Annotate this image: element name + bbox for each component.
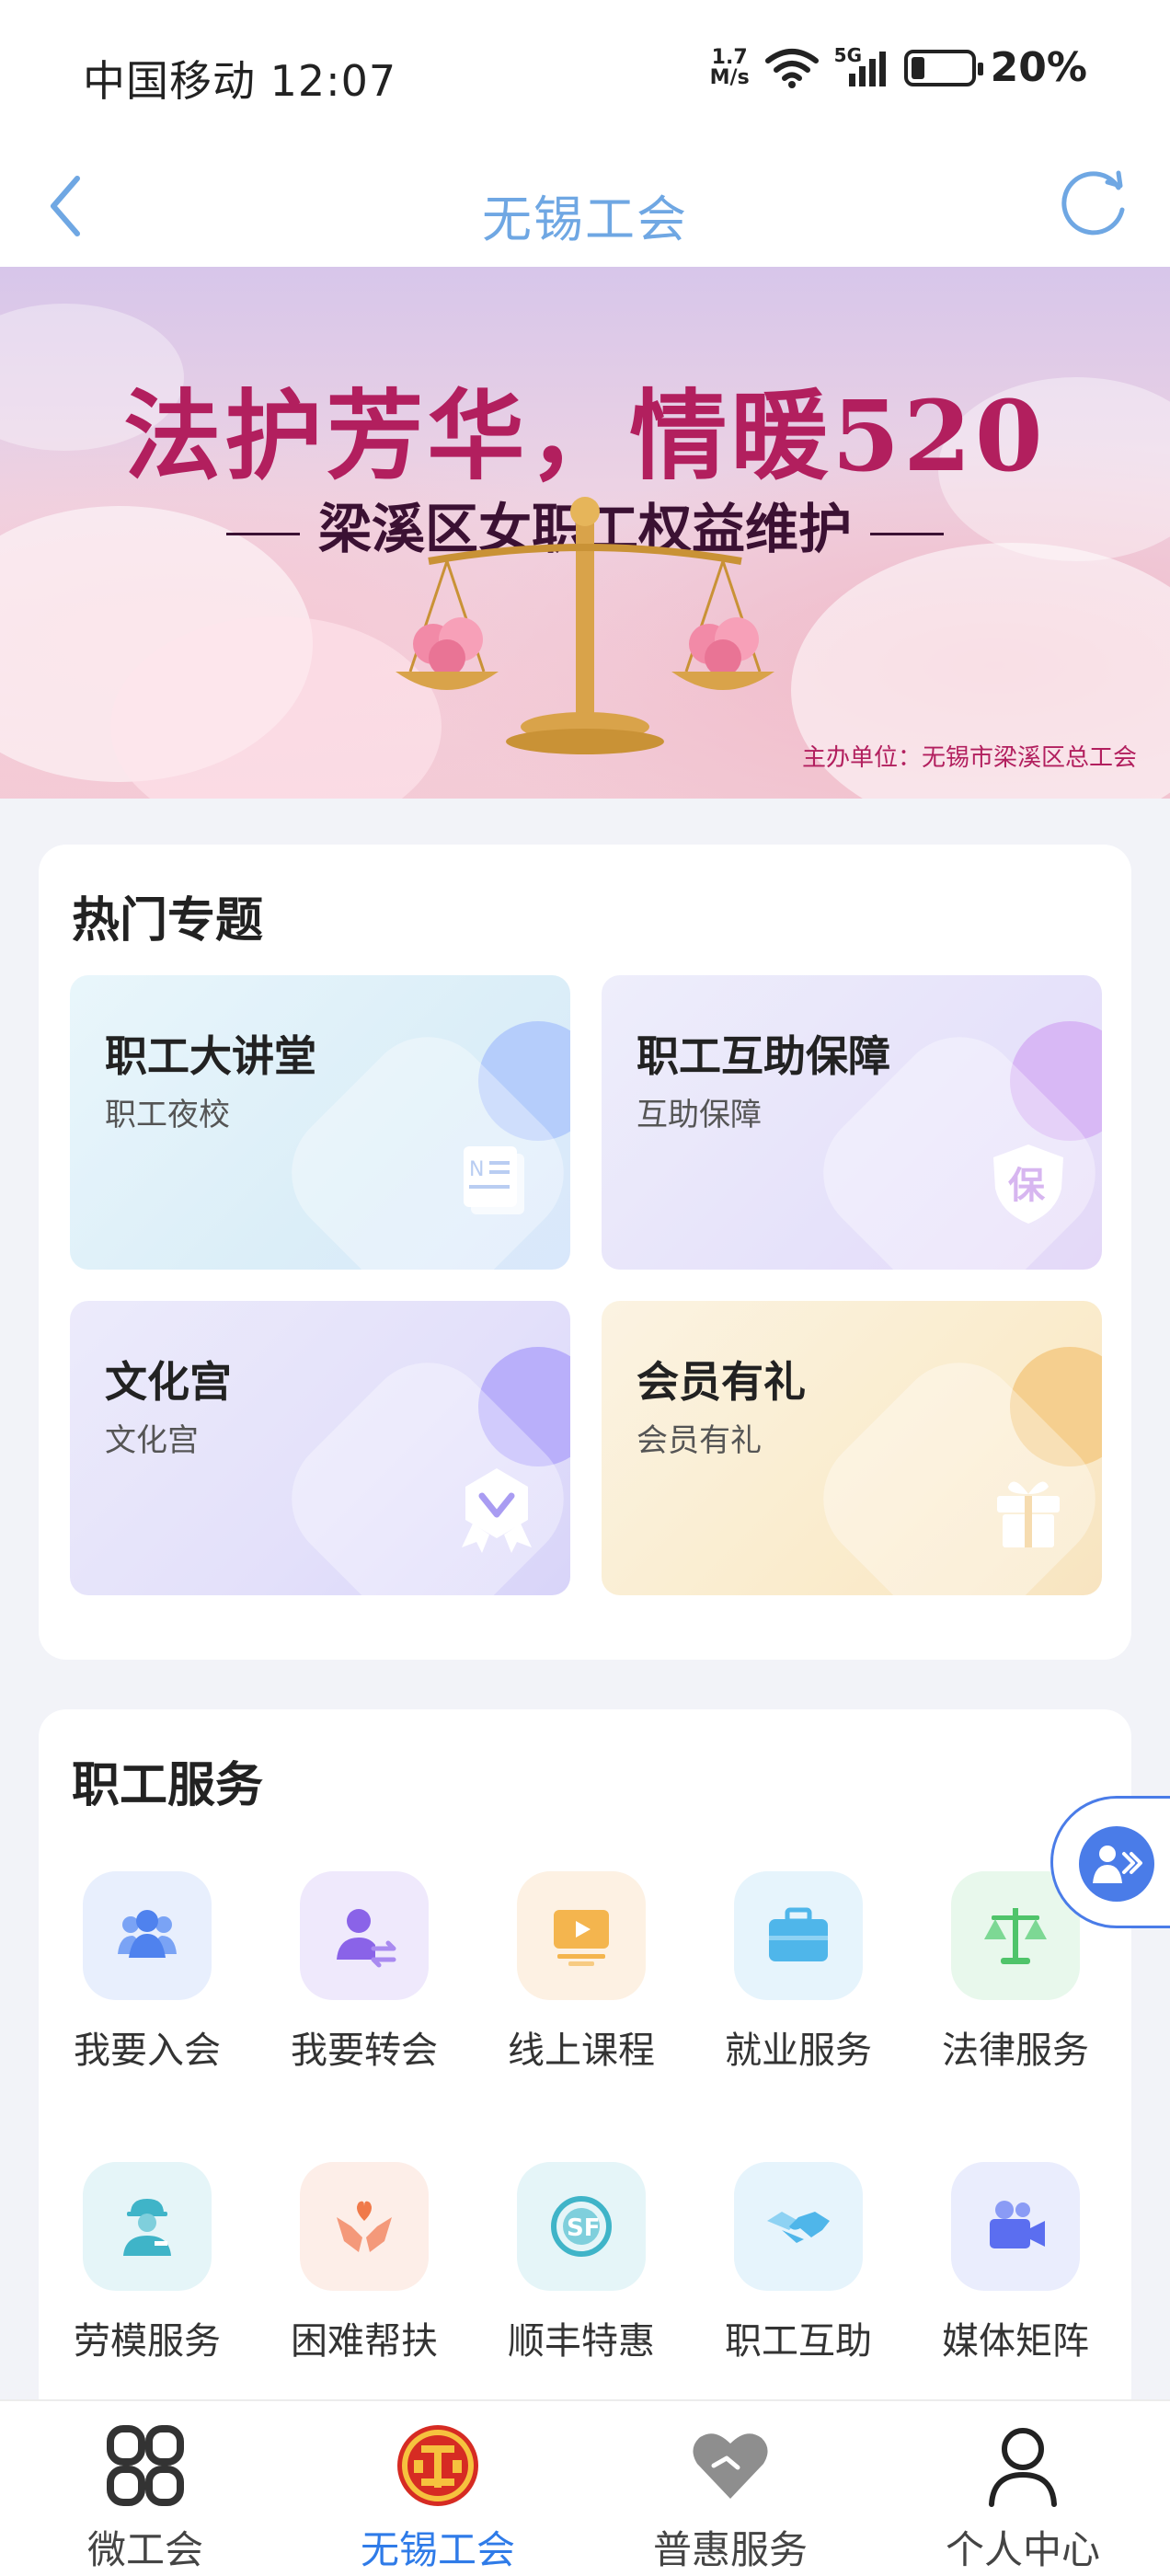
service-online-courses[interactable]: 线上课程 xyxy=(489,1871,673,2110)
banner-organizer: 主办单位：无锡市梁溪区总工会 xyxy=(801,744,1137,772)
svg-text:保: 保 xyxy=(1008,1165,1046,1207)
sf-icon: SF xyxy=(517,2162,646,2291)
tab-wuxi-union[interactable]: 无锡工会 xyxy=(327,2421,548,2575)
tab-label: 无锡工会 xyxy=(360,2527,515,2572)
service-label: 顺丰特惠 xyxy=(508,2320,655,2363)
status-bar: 中国移动 12:07 1.7 M/s 5G 20% xyxy=(0,0,1170,147)
tile-subtitle: 互助保障 xyxy=(637,1097,762,1133)
section-title: 职工服务 xyxy=(72,1758,264,1813)
service-media-matrix[interactable]: 媒体矩阵 xyxy=(923,2162,1107,2401)
tile-subtitle: 职工夜校 xyxy=(105,1097,230,1133)
grid-icon xyxy=(107,2425,184,2506)
tile-subtitle: 会员有礼 xyxy=(637,1422,762,1459)
carrier-name: 中国移动 xyxy=(83,56,256,106)
video-course-icon xyxy=(517,1871,646,2000)
hot-topics-section: 热门专题 职工大讲堂 职工夜校 N 职工互助保障 互助保障 保 文化宫 文化宫 xyxy=(39,845,1131,1660)
service-employment[interactable]: 就业服务 xyxy=(706,1871,890,2110)
briefcase-icon xyxy=(734,1871,863,2000)
person-icon xyxy=(989,2428,1057,2507)
camera-icon xyxy=(951,2162,1080,2291)
tab-micro-union[interactable]: 微工会 xyxy=(35,2421,256,2575)
tile-member-gifts[interactable]: 会员有礼 会员有礼 xyxy=(602,1301,1102,1595)
service-model-worker[interactable]: 劳模服务 xyxy=(55,2162,239,2401)
tile-culture-palace[interactable]: 文化宫 文化宫 xyxy=(70,1301,570,1595)
worker-icon xyxy=(83,2162,212,2291)
signal-icon: 5G xyxy=(834,44,889,88)
heart-icon xyxy=(693,2433,768,2499)
handshake-icon xyxy=(734,2162,863,2291)
user-transfer-icon xyxy=(300,1871,429,2000)
scale-of-justice-illustration xyxy=(396,497,774,754)
promo-banner[interactable]: 法护芳华，情暖520 梁溪区女职工权益维护 主办单位：无锡市梁溪区总工会 xyxy=(0,267,1170,799)
wifi-icon xyxy=(764,48,819,88)
tab-benefit-services[interactable]: 普惠服务 xyxy=(620,2421,841,2575)
section-title: 热门专题 xyxy=(72,893,264,949)
clock: 12:07 xyxy=(270,56,397,106)
tile-mutual-aid-insurance[interactable]: 职工互助保障 互助保障 保 xyxy=(602,975,1102,1270)
tile-title: 会员有礼 xyxy=(637,1357,806,1407)
tile-title: 文化宫 xyxy=(105,1357,232,1407)
net-speed-value: 1.7 xyxy=(711,45,748,69)
service-sf-discount[interactable]: SF 顺丰特惠 xyxy=(489,2162,673,2401)
shield-icon: 保 xyxy=(993,1144,1063,1224)
service-label: 职工互助 xyxy=(725,2320,872,2363)
tab-label: 个人中心 xyxy=(945,2527,1100,2572)
net-speed: 1.7 M/s xyxy=(709,45,750,89)
carrier-time: 中国移动 12:07 xyxy=(83,48,396,109)
badge-icon xyxy=(462,1468,532,1553)
service-mutual-aid[interactable]: 职工互助 xyxy=(706,2162,890,2401)
nav-bar: 无锡工会 xyxy=(0,147,1170,267)
service-transfer-union[interactable]: 我要转会 xyxy=(272,1871,456,2110)
tab-label: 普惠服务 xyxy=(652,2527,808,2572)
service-label: 我要入会 xyxy=(74,2030,221,2072)
status-indicators: 1.7 M/s 5G 20% xyxy=(709,44,1087,92)
service-label: 困难帮扶 xyxy=(291,2320,438,2363)
refresh-icon[interactable] xyxy=(1054,164,1133,243)
service-label: 劳模服务 xyxy=(74,2320,221,2363)
group-icon xyxy=(83,1871,212,2000)
helping-hands-icon xyxy=(300,2162,429,2291)
bottom-tab-bar: 微工会 无锡工会 普惠服务 个人中心 xyxy=(0,2399,1170,2576)
battery-level: 20% xyxy=(990,44,1087,91)
page-title: 无锡工会 xyxy=(482,190,688,248)
tile-lecture-hall[interactable]: 职工大讲堂 职工夜校 N xyxy=(70,975,570,1270)
service-label: 法律服务 xyxy=(942,2030,1089,2072)
svg-text:SF: SF xyxy=(567,2214,601,2242)
service-label: 我要转会 xyxy=(291,2030,438,2072)
banner-title: 法护芳华，情暖520 xyxy=(123,378,1047,493)
union-emblem-icon xyxy=(397,2425,478,2506)
service-label: 媒体矩阵 xyxy=(942,2320,1089,2363)
tile-subtitle: 文化宫 xyxy=(105,1422,199,1459)
notebook-icon: N xyxy=(464,1146,524,1214)
tile-title: 职工互助保障 xyxy=(637,1031,890,1081)
service-join-union[interactable]: 我要入会 xyxy=(55,1871,239,2110)
service-label: 线上课程 xyxy=(508,2030,655,2072)
gift-icon xyxy=(997,1481,1060,1547)
service-hardship-aid[interactable]: 困难帮扶 xyxy=(272,2162,456,2401)
battery-icon xyxy=(903,49,983,86)
customer-service-icon xyxy=(1079,1826,1154,1902)
tab-label: 微工会 xyxy=(86,2527,203,2572)
service-label: 就业服务 xyxy=(725,2030,872,2072)
tile-title: 职工大讲堂 xyxy=(105,1031,316,1081)
svg-text:N: N xyxy=(469,1158,484,1181)
tab-personal-center[interactable]: 个人中心 xyxy=(912,2421,1133,2575)
net-speed-unit: M/s xyxy=(709,65,750,89)
